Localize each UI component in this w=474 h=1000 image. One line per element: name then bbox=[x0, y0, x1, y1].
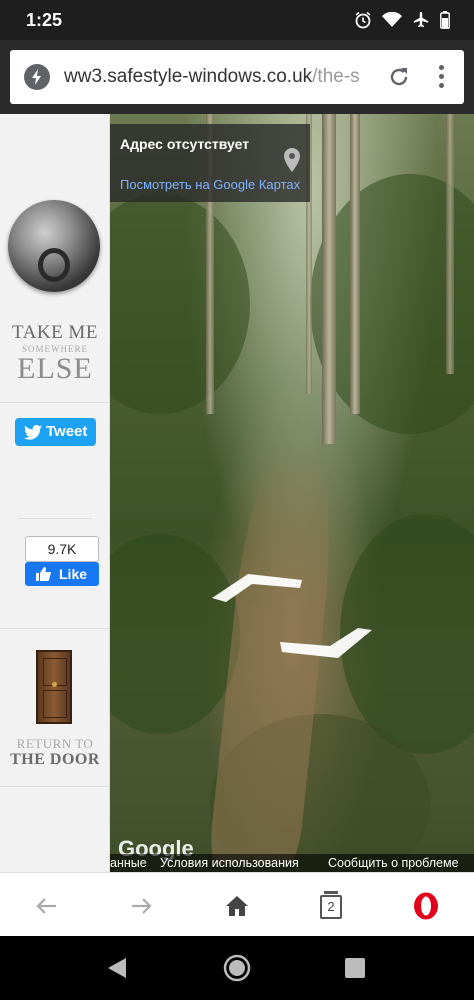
facebook-like-button[interactable]: Like bbox=[25, 562, 99, 586]
airplane-icon bbox=[412, 11, 430, 29]
alarm-icon bbox=[354, 11, 372, 29]
address-title: Адрес отсутствует bbox=[120, 136, 250, 152]
url-host: ww3.safestyle-windows.co.uk bbox=[64, 66, 313, 87]
move-forward-chevron[interactable] bbox=[208, 568, 308, 604]
map-footer: анные Условия использования Сообщить о п… bbox=[110, 854, 474, 872]
battery-icon bbox=[440, 11, 450, 29]
web-page: TAKE ME SOMEWHERE ELSE Tweet 9.7K Like R… bbox=[0, 114, 474, 872]
menu-dots-icon[interactable] bbox=[432, 63, 452, 91]
view-on-google-maps-link[interactable]: Посмотреть на Google Картах bbox=[120, 178, 310, 208]
tabs-icon[interactable]: 2 bbox=[320, 891, 342, 919]
home-icon[interactable] bbox=[224, 893, 250, 924]
else-text[interactable]: ELSE bbox=[0, 352, 110, 386]
status-icons bbox=[354, 11, 450, 29]
divider bbox=[0, 402, 110, 403]
tree-trunk bbox=[446, 114, 454, 374]
like-label: Like bbox=[59, 566, 88, 582]
knocker-ring bbox=[38, 248, 70, 282]
return-to-text[interactable]: RETURN TO bbox=[0, 736, 110, 752]
door-knob bbox=[52, 682, 57, 687]
android-back-icon[interactable] bbox=[106, 956, 128, 980]
url-text[interactable]: ww3.safestyle-windows.co.uk/the-s bbox=[64, 66, 374, 88]
like-count: 9.7K bbox=[25, 536, 99, 562]
url-path: /the-s bbox=[312, 66, 360, 87]
tweet-button[interactable]: Tweet bbox=[15, 418, 96, 446]
foliage bbox=[110, 194, 250, 414]
status-bar: 1:25 bbox=[0, 0, 474, 40]
foliage bbox=[110, 534, 240, 734]
street-view-panorama[interactable]: Адрес отсутствует Посмотреть на Google К… bbox=[110, 114, 474, 872]
door-image[interactable] bbox=[36, 650, 72, 724]
lion-knocker-logo[interactable] bbox=[8, 200, 100, 292]
browser-toolbar: ww3.safestyle-windows.co.uk/the-s bbox=[0, 40, 474, 114]
map-pin-icon[interactable] bbox=[284, 148, 300, 177]
divider bbox=[0, 786, 110, 787]
report-problem-link[interactable]: Сообщить о проблеме bbox=[328, 856, 459, 870]
opera-icon[interactable] bbox=[412, 891, 440, 926]
android-recents-icon[interactable] bbox=[344, 957, 366, 979]
twitter-bird-icon bbox=[24, 425, 42, 440]
terms-link[interactable]: Условия использования bbox=[160, 856, 299, 870]
android-home-icon[interactable] bbox=[222, 953, 252, 983]
browser-bottom-bar: 2 bbox=[0, 872, 474, 936]
tweet-label: Tweet bbox=[46, 423, 88, 440]
address-bar[interactable]: ww3.safestyle-windows.co.uk/the-s bbox=[10, 50, 464, 104]
divider bbox=[18, 518, 92, 519]
tree-trunk bbox=[322, 114, 336, 444]
map-data-link[interactable]: анные bbox=[110, 856, 147, 870]
the-door-text[interactable]: THE DOOR bbox=[0, 751, 110, 769]
forward-arrow-icon[interactable] bbox=[128, 893, 154, 924]
status-time: 1:25 bbox=[26, 10, 63, 30]
wifi-icon bbox=[382, 12, 402, 28]
thumbs-up-icon bbox=[36, 567, 51, 581]
lightning-icon[interactable] bbox=[24, 64, 50, 90]
divider bbox=[0, 628, 110, 629]
android-navigation-bar bbox=[0, 936, 474, 1000]
sidebar: TAKE ME SOMEWHERE ELSE Tweet 9.7K Like R… bbox=[0, 114, 110, 872]
move-backward-chevron[interactable] bbox=[276, 626, 376, 662]
tree-trunk bbox=[350, 114, 360, 414]
take-me-text[interactable]: TAKE ME bbox=[0, 322, 110, 344]
reload-icon[interactable] bbox=[386, 64, 412, 95]
back-arrow-icon[interactable] bbox=[34, 893, 60, 924]
